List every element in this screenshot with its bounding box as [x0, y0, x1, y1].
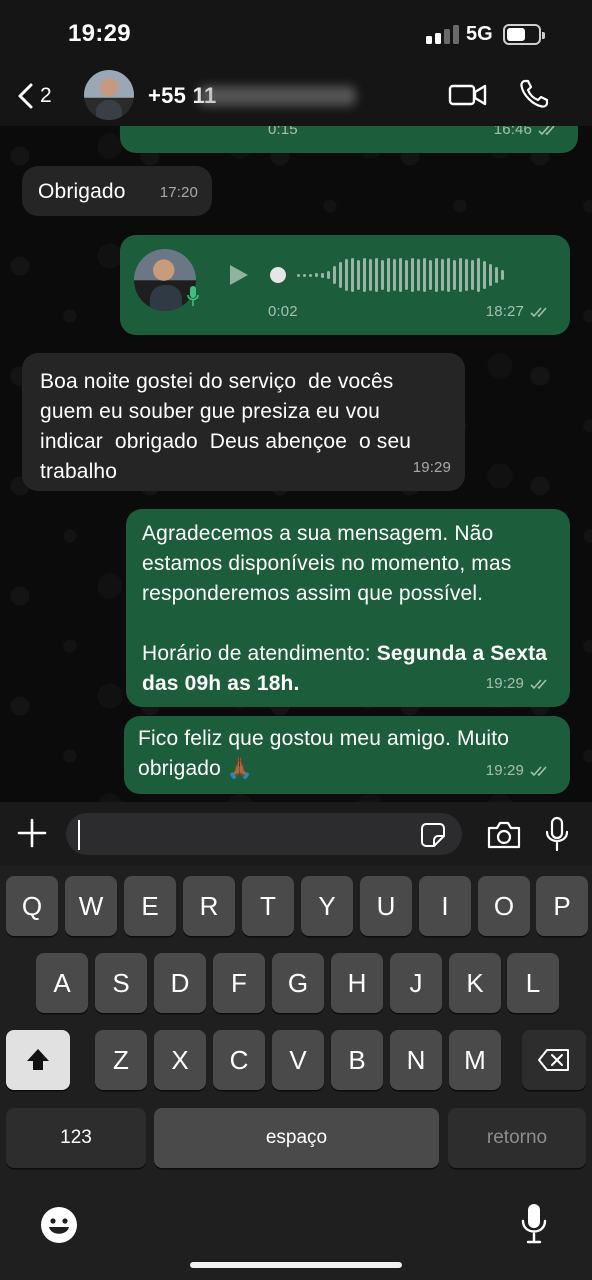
play-icon[interactable] — [228, 263, 250, 287]
key-k[interactable]: K — [449, 953, 501, 1013]
message-text: Obrigado — [38, 180, 126, 203]
network-type: 5G — [466, 23, 493, 45]
voice-duration: 0:02 — [268, 303, 298, 320]
chat-header: 2 +55 11 — [0, 66, 592, 126]
key-f[interactable]: F — [213, 953, 265, 1013]
key-c[interactable]: C — [213, 1030, 265, 1090]
numbers-key[interactable]: 123 — [6, 1108, 146, 1168]
voice-message-bubble[interactable]: 0:02 18:27 — [120, 235, 570, 335]
playback-scrubber[interactable] — [270, 267, 286, 283]
contact-avatar[interactable] — [84, 70, 134, 120]
plus-icon[interactable] — [16, 817, 48, 849]
key-l[interactable]: L — [507, 953, 559, 1013]
key-y[interactable]: Y — [301, 876, 353, 936]
status-bar: 19:29 5G — [0, 0, 592, 66]
chevron-left-icon — [18, 83, 33, 109]
shift-key[interactable] — [6, 1030, 70, 1090]
message-text: Boa noite gostei do serviço de vocês gue… — [40, 370, 418, 483]
key-x[interactable]: X — [154, 1030, 206, 1090]
status-time: 19:29 — [68, 20, 131, 47]
read-ticks-icon — [538, 126, 555, 136]
microphone-icon — [187, 286, 199, 306]
business-hours-prefix: Horário de atendimento: — [142, 642, 377, 665]
return-key-label: retorno — [486, 1127, 548, 1148]
key-i[interactable]: I — [419, 876, 471, 936]
key-h[interactable]: H — [331, 953, 383, 1013]
message-timestamp: 19:29 — [486, 669, 552, 699]
key-r[interactable]: R — [183, 876, 235, 936]
unread-count: 2 — [40, 84, 52, 107]
backspace-icon — [538, 1049, 569, 1071]
return-key[interactable]: retorno — [448, 1108, 586, 1168]
signal-strength-icon — [426, 24, 460, 44]
read-ticks-icon — [530, 679, 547, 690]
emoji-icon[interactable] — [40, 1206, 78, 1244]
message-timestamp: 19:29 — [486, 756, 552, 786]
message-composer — [0, 802, 592, 866]
key-d[interactable]: D — [154, 953, 206, 1013]
delete-key[interactable] — [522, 1030, 586, 1090]
key-n[interactable]: N — [390, 1030, 442, 1090]
message-timestamp: 18:27 — [486, 297, 552, 327]
phone-icon[interactable] — [518, 78, 550, 110]
text-cursor — [78, 820, 80, 850]
key-a[interactable]: A — [36, 953, 88, 1013]
sticker-icon[interactable] — [420, 822, 446, 848]
key-w[interactable]: W — [65, 876, 117, 936]
video-call-icon[interactable] — [448, 80, 488, 110]
microphone-icon[interactable] — [544, 816, 570, 852]
key-g[interactable]: G — [272, 953, 324, 1013]
message-timestamp: 17:20 — [159, 184, 198, 201]
message-bubble-outgoing[interactable]: Fico feliz que gostou meu amigo. Muito o… — [124, 716, 570, 794]
read-ticks-icon — [530, 307, 547, 318]
message-bubble-outgoing[interactable]: 0:15 16:46 — [120, 126, 578, 153]
key-j[interactable]: J — [390, 953, 442, 1013]
key-s[interactable]: S — [95, 953, 147, 1013]
voice-waveform[interactable] — [270, 257, 550, 293]
chat-messages[interactable]: 0:15 16:46 Obrigado 17:20 0:02 18:27 Boa… — [0, 126, 592, 802]
battery-icon — [503, 24, 545, 45]
read-ticks-icon — [530, 766, 547, 777]
message-text: Agradecemos a sua mensagem. Não estamos … — [142, 522, 518, 605]
message-timestamp: 16:46 — [494, 126, 560, 145]
key-o[interactable]: O — [478, 876, 530, 936]
home-indicator — [190, 1262, 402, 1268]
key-m[interactable]: M — [449, 1030, 501, 1090]
shift-arrow-icon — [27, 1049, 49, 1070]
voice-duration: 0:15 — [268, 126, 298, 138]
key-u[interactable]: U — [360, 876, 412, 936]
back-button[interactable]: 2 — [16, 78, 52, 114]
message-bubble-outgoing[interactable]: Agradecemos a sua mensagem. Não estamos … — [126, 509, 570, 707]
key-z[interactable]: Z — [95, 1030, 147, 1090]
space-key[interactable]: espaço — [154, 1108, 439, 1168]
key-p[interactable]: P — [536, 876, 588, 936]
dictation-mic-icon[interactable] — [520, 1202, 548, 1244]
message-bubble-incoming[interactable]: Obrigado 17:20 — [22, 166, 212, 216]
key-q[interactable]: Q — [6, 876, 58, 936]
key-e[interactable]: E — [124, 876, 176, 936]
key-b[interactable]: B — [331, 1030, 383, 1090]
key-v[interactable]: V — [272, 1030, 324, 1090]
camera-icon[interactable] — [486, 820, 522, 850]
message-bubble-incoming[interactable]: Boa noite gostei do serviço de vocês gue… — [22, 353, 465, 491]
message-text: Fico feliz que gostou meu amigo. Muito o… — [138, 727, 516, 780]
on-screen-keyboard: Q W E R T Y U I O P A S D F G H J K L Z … — [0, 866, 592, 1280]
message-input[interactable] — [66, 813, 462, 855]
key-t[interactable]: T — [242, 876, 294, 936]
redacted-phone-number — [198, 86, 356, 106]
message-timestamp: 19:29 — [412, 459, 451, 476]
